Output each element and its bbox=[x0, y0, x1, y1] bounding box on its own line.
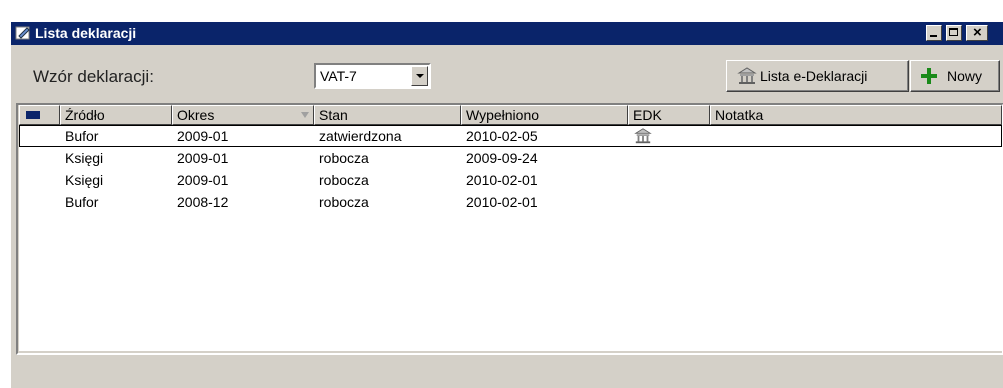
table-row[interactable]: Bufor 2009-01 zatwierdzona 2010-02-05 bbox=[19, 125, 1002, 147]
close-icon: × bbox=[973, 24, 982, 41]
chevron-down-icon[interactable] bbox=[411, 66, 428, 86]
sort-descending-icon bbox=[301, 112, 309, 118]
document-edit-icon bbox=[15, 26, 30, 40]
plus-icon bbox=[921, 68, 937, 84]
row-marker-icon bbox=[26, 111, 40, 119]
template-label: Wzór deklaracji: bbox=[33, 67, 154, 86]
window-title: Lista deklaracji bbox=[35, 25, 137, 41]
cell-okres: 2009-01 bbox=[177, 172, 229, 188]
column-header-wypelniono[interactable]: Wypełniono bbox=[461, 105, 628, 125]
cell-stan: zatwierdzona bbox=[319, 128, 402, 144]
lista-e-deklaracji-label: Lista e-Deklaracji bbox=[760, 68, 868, 84]
lista-deklaracji-window: Lista deklaracji × Wzór deklaracji: VAT-… bbox=[10, 21, 1003, 388]
nowy-label: Nowy bbox=[947, 68, 983, 84]
maximize-button[interactable] bbox=[946, 25, 962, 41]
template-select-value: VAT-7 bbox=[320, 68, 357, 84]
cell-wypelniono: 2010-02-05 bbox=[466, 128, 538, 144]
e-declaration-icon bbox=[634, 128, 652, 144]
cell-wypelniono: 2010-02-01 bbox=[466, 172, 538, 188]
cell-stan: robocza bbox=[319, 172, 369, 188]
cell-wypelniono: 2010-02-01 bbox=[466, 194, 538, 210]
declarations-table: Źródło Okres Stan Wypełniono EDK Notatka… bbox=[11, 103, 1003, 355]
title-bar[interactable]: Lista deklaracji × bbox=[11, 22, 1003, 45]
column-header-notatka[interactable]: Notatka bbox=[710, 105, 1002, 125]
table-row[interactable]: Księgi 2009-01 robocza 2010-02-01 bbox=[19, 169, 1002, 191]
table-row[interactable]: Księgi 2009-01 robocza 2009-09-24 bbox=[19, 147, 1002, 169]
maximize-icon bbox=[949, 28, 958, 36]
cell-zrodlo: Bufor bbox=[65, 194, 99, 210]
cell-zrodlo: Księgi bbox=[65, 150, 104, 166]
cell-okres: 2009-01 bbox=[177, 128, 229, 144]
cell-stan: robocza bbox=[319, 150, 369, 166]
minimize-icon bbox=[930, 35, 937, 37]
template-select[interactable]: VAT-7 bbox=[314, 63, 431, 89]
cell-zrodlo: Księgi bbox=[65, 172, 104, 188]
cell-wypelniono: 2009-09-24 bbox=[466, 150, 538, 166]
table-header: Źródło Okres Stan Wypełniono EDK Notatka bbox=[19, 105, 1002, 125]
row-selector-header[interactable] bbox=[19, 105, 60, 125]
e-declaration-icon bbox=[737, 67, 757, 84]
lista-e-deklaracji-button[interactable]: Lista e-Deklaracji bbox=[726, 60, 909, 92]
close-button[interactable]: × bbox=[966, 24, 988, 41]
cell-stan: robocza bbox=[319, 194, 369, 210]
table-row[interactable]: Bufor 2008-12 robocza 2010-02-01 bbox=[19, 191, 1002, 213]
column-header-okres-label: Okres bbox=[177, 107, 215, 123]
cell-zrodlo: Bufor bbox=[65, 128, 99, 144]
column-header-zrodlo[interactable]: Źródło bbox=[60, 105, 172, 125]
cell-okres: 2009-01 bbox=[177, 150, 229, 166]
minimize-button[interactable] bbox=[926, 25, 942, 41]
status-bar bbox=[11, 355, 1003, 388]
cell-okres: 2008-12 bbox=[177, 194, 229, 210]
column-header-edk[interactable]: EDK bbox=[628, 105, 710, 125]
nowy-button[interactable]: Nowy bbox=[910, 60, 1000, 92]
column-header-stan[interactable]: Stan bbox=[314, 105, 461, 125]
column-header-okres[interactable]: Okres bbox=[172, 105, 314, 125]
table-body: Bufor 2009-01 zatwierdzona 2010-02-05 Ks… bbox=[19, 125, 1002, 351]
